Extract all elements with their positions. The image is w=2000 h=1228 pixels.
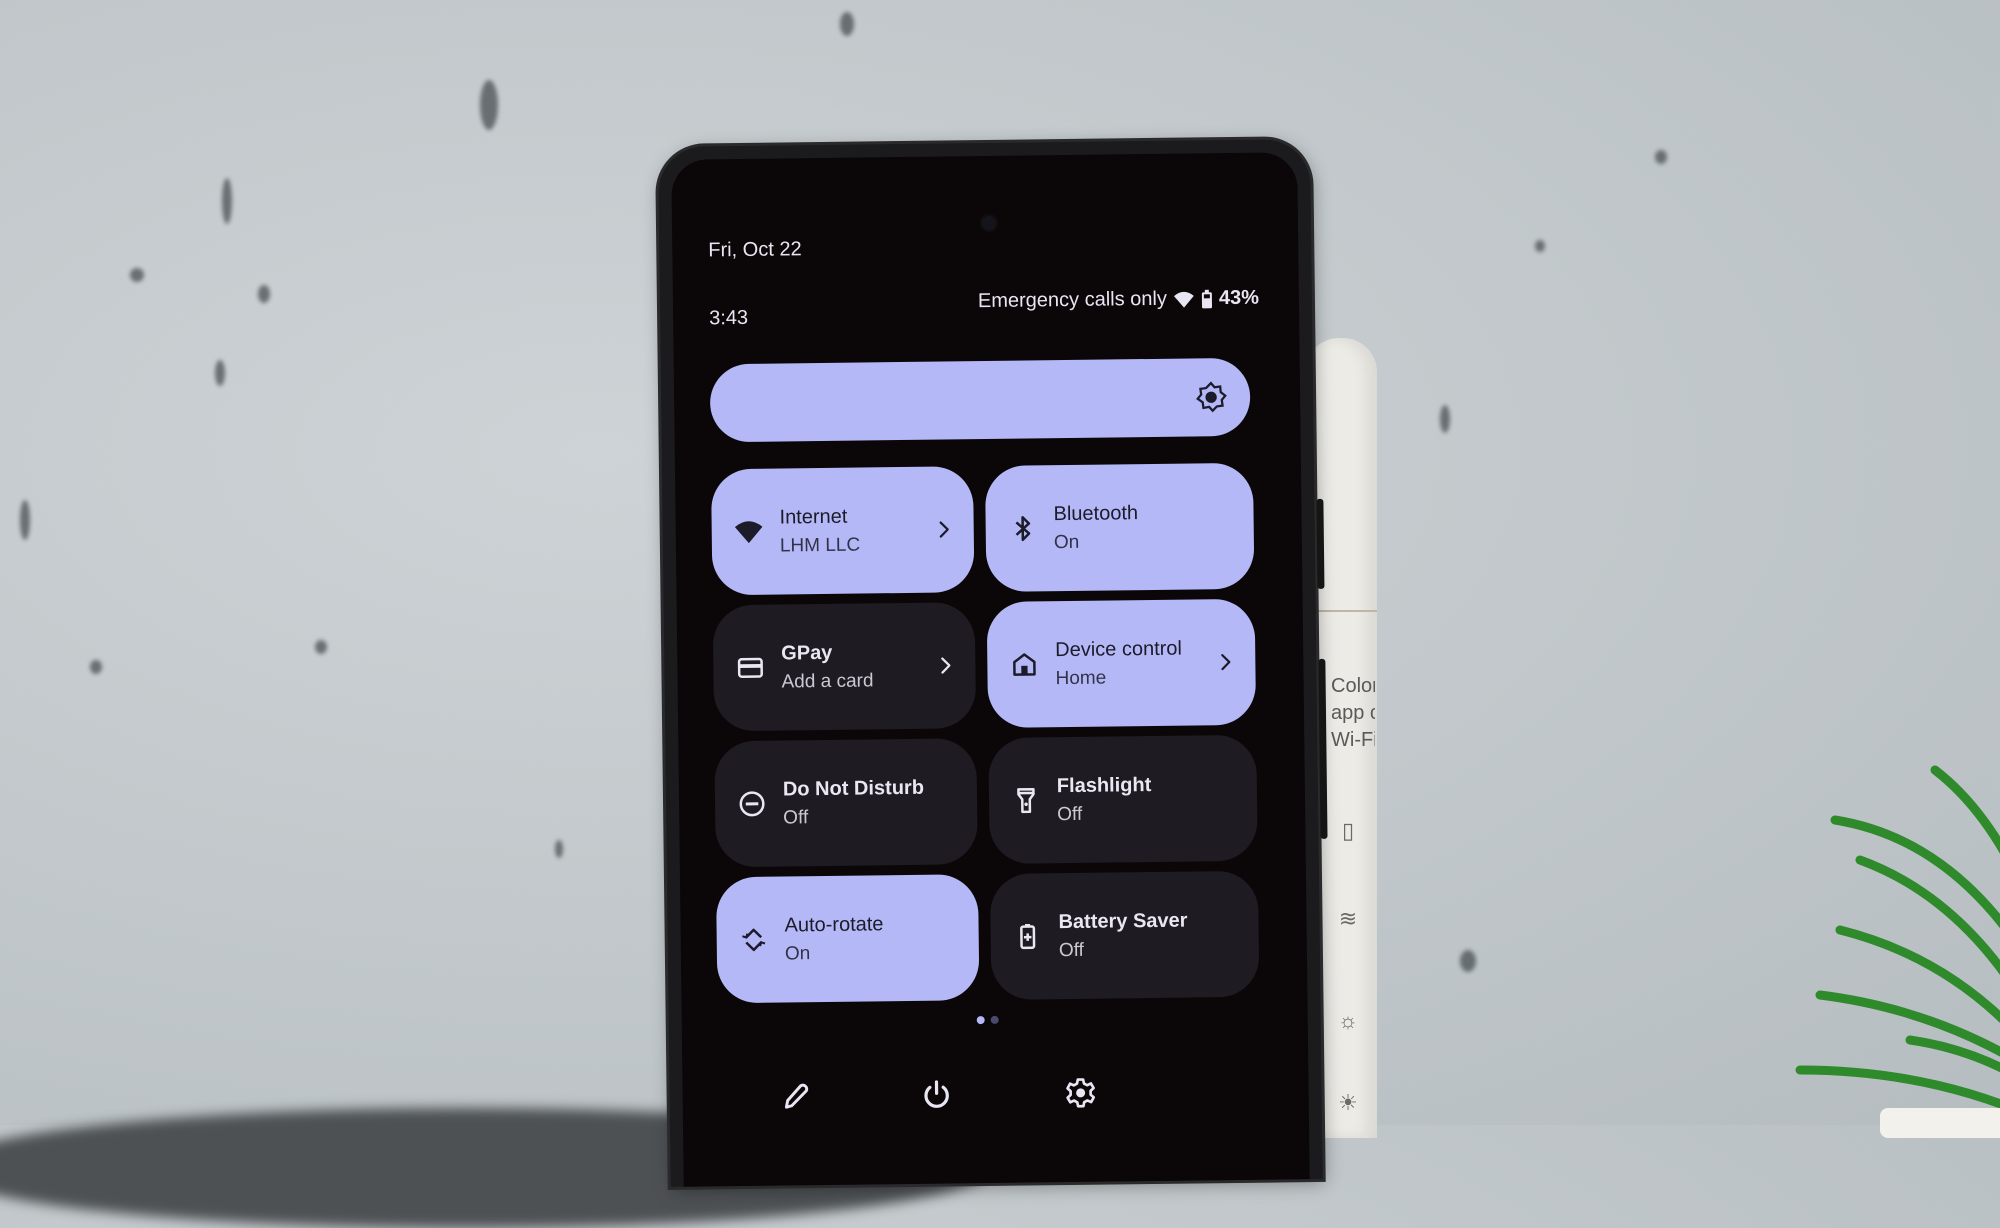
tile-subtitle: Off — [783, 805, 924, 829]
wall-speck — [840, 12, 854, 36]
tile-subtitle: On — [1054, 531, 1139, 554]
tile-text: Internet LHM LLC — [779, 505, 860, 557]
sunrise-icon: ☼ — [1335, 1008, 1361, 1034]
tile-subtitle: LHM LLC — [780, 534, 861, 557]
wall-speck — [258, 285, 270, 303]
tile-gpay[interactable]: GPay Add a card — [713, 602, 977, 731]
wall-speck — [20, 500, 30, 540]
bluetooth-icon — [1008, 513, 1038, 543]
wifi-icon: ≋ — [1335, 906, 1361, 932]
chevron-right-icon[interactable] — [938, 517, 952, 541]
battery-icon — [1201, 289, 1213, 309]
page-indicator — [977, 1016, 999, 1024]
wall-speck — [315, 640, 327, 654]
credit-card-icon — [735, 653, 765, 683]
tile-subtitle: Off — [1059, 938, 1188, 962]
tile-internet[interactable]: Internet LHM LLC — [711, 466, 975, 595]
tile-grid: Internet LHM LLC Bluetooth On GPay Add a card… — [711, 463, 1259, 1004]
wall-speck — [1460, 950, 1476, 972]
do-not-disturb-icon — [737, 789, 767, 819]
brightness-slider[interactable] — [710, 358, 1251, 443]
home-icon — [1009, 649, 1039, 679]
sun-icon: ☀ — [1335, 1090, 1361, 1116]
flashlight-icon — [1011, 785, 1041, 815]
tile-flashlight[interactable]: Flashlight Off — [988, 735, 1258, 864]
wall-speck — [130, 268, 144, 282]
wall-speck — [480, 80, 498, 130]
page-dot-active[interactable] — [977, 1016, 985, 1024]
clock: 3:43 — [709, 307, 748, 330]
tile-title: Flashlight — [1057, 774, 1152, 798]
wall-speck — [215, 360, 225, 386]
wifi-icon — [1173, 290, 1195, 308]
wifi-icon — [734, 517, 764, 547]
quick-settings-panel: Fri, Oct 22 3:43 Emergency calls only 43… — [671, 152, 1310, 1187]
page-dot[interactable] — [991, 1016, 999, 1024]
tile-subtitle: Home — [1055, 666, 1182, 690]
power-icon[interactable] — [920, 1078, 952, 1110]
gear-icon[interactable] — [1064, 1077, 1096, 1109]
tile-title: GPay — [781, 641, 873, 665]
wall-speck — [222, 178, 232, 224]
tile-title: Device control — [1055, 637, 1182, 662]
status-bar: Emergency calls only 43% — [978, 287, 1259, 313]
tile-title: Bluetooth — [1053, 502, 1138, 526]
wall-speck — [90, 660, 102, 674]
tile-title: Battery Saver — [1058, 909, 1187, 934]
plant-pot — [1880, 1108, 2000, 1138]
phone-icon: ▯ — [1335, 818, 1361, 844]
chevron-right-icon[interactable] — [939, 653, 953, 677]
tile-auto-rotate[interactable]: Auto-rotate On — [716, 874, 980, 1003]
battery-saver-icon — [1013, 921, 1043, 951]
battery-percent: 43% — [1219, 287, 1259, 310]
tile-do-not-disturb[interactable]: Do Not Disturb Off — [714, 738, 978, 867]
brightness-icon — [1194, 380, 1228, 414]
tile-title: Auto-rotate — [784, 913, 883, 937]
pencil-icon[interactable] — [779, 1080, 811, 1112]
tile-text: Flashlight Off — [1057, 774, 1152, 826]
tile-text: Battery Saver Off — [1058, 909, 1188, 962]
tile-text: GPay Add a card — [781, 641, 874, 693]
carrier-status: Emergency calls only — [978, 288, 1167, 313]
wall-speck — [1655, 150, 1667, 164]
wall-speck — [1535, 240, 1545, 252]
auto-rotate-icon — [739, 925, 769, 955]
tile-bluetooth[interactable]: Bluetooth On — [985, 463, 1255, 592]
tile-title: Internet — [779, 505, 860, 529]
tile-device-control[interactable]: Device control Home — [987, 599, 1257, 728]
phone: Fri, Oct 22 3:43 Emergency calls only 43… — [658, 139, 1323, 1187]
tile-battery-saver[interactable]: Battery Saver Off — [990, 871, 1260, 1000]
front-camera — [982, 216, 996, 230]
date-label: Fri, Oct 22 — [708, 238, 802, 262]
tile-subtitle: Add a card — [781, 670, 873, 693]
box-seam — [1305, 610, 1377, 612]
tile-text: Auto-rotate On — [784, 913, 884, 965]
quick-settings-footer — [682, 1074, 1308, 1122]
tile-title: Do Not Disturb — [783, 776, 924, 801]
tile-subtitle: On — [785, 942, 884, 965]
wall-speck — [1440, 405, 1450, 433]
tile-text: Do Not Disturb Off — [783, 776, 925, 829]
box-text: Color cha app con Wi-Fi lig — [1331, 673, 1375, 754]
side-button — [1316, 499, 1324, 589]
tile-text: Device control Home — [1055, 637, 1182, 690]
tile-text: Bluetooth On — [1053, 502, 1138, 554]
wall-speck — [555, 840, 563, 858]
chevron-right-icon[interactable] — [1219, 650, 1233, 674]
tile-subtitle: Off — [1057, 803, 1152, 826]
plant — [1740, 730, 2000, 1150]
